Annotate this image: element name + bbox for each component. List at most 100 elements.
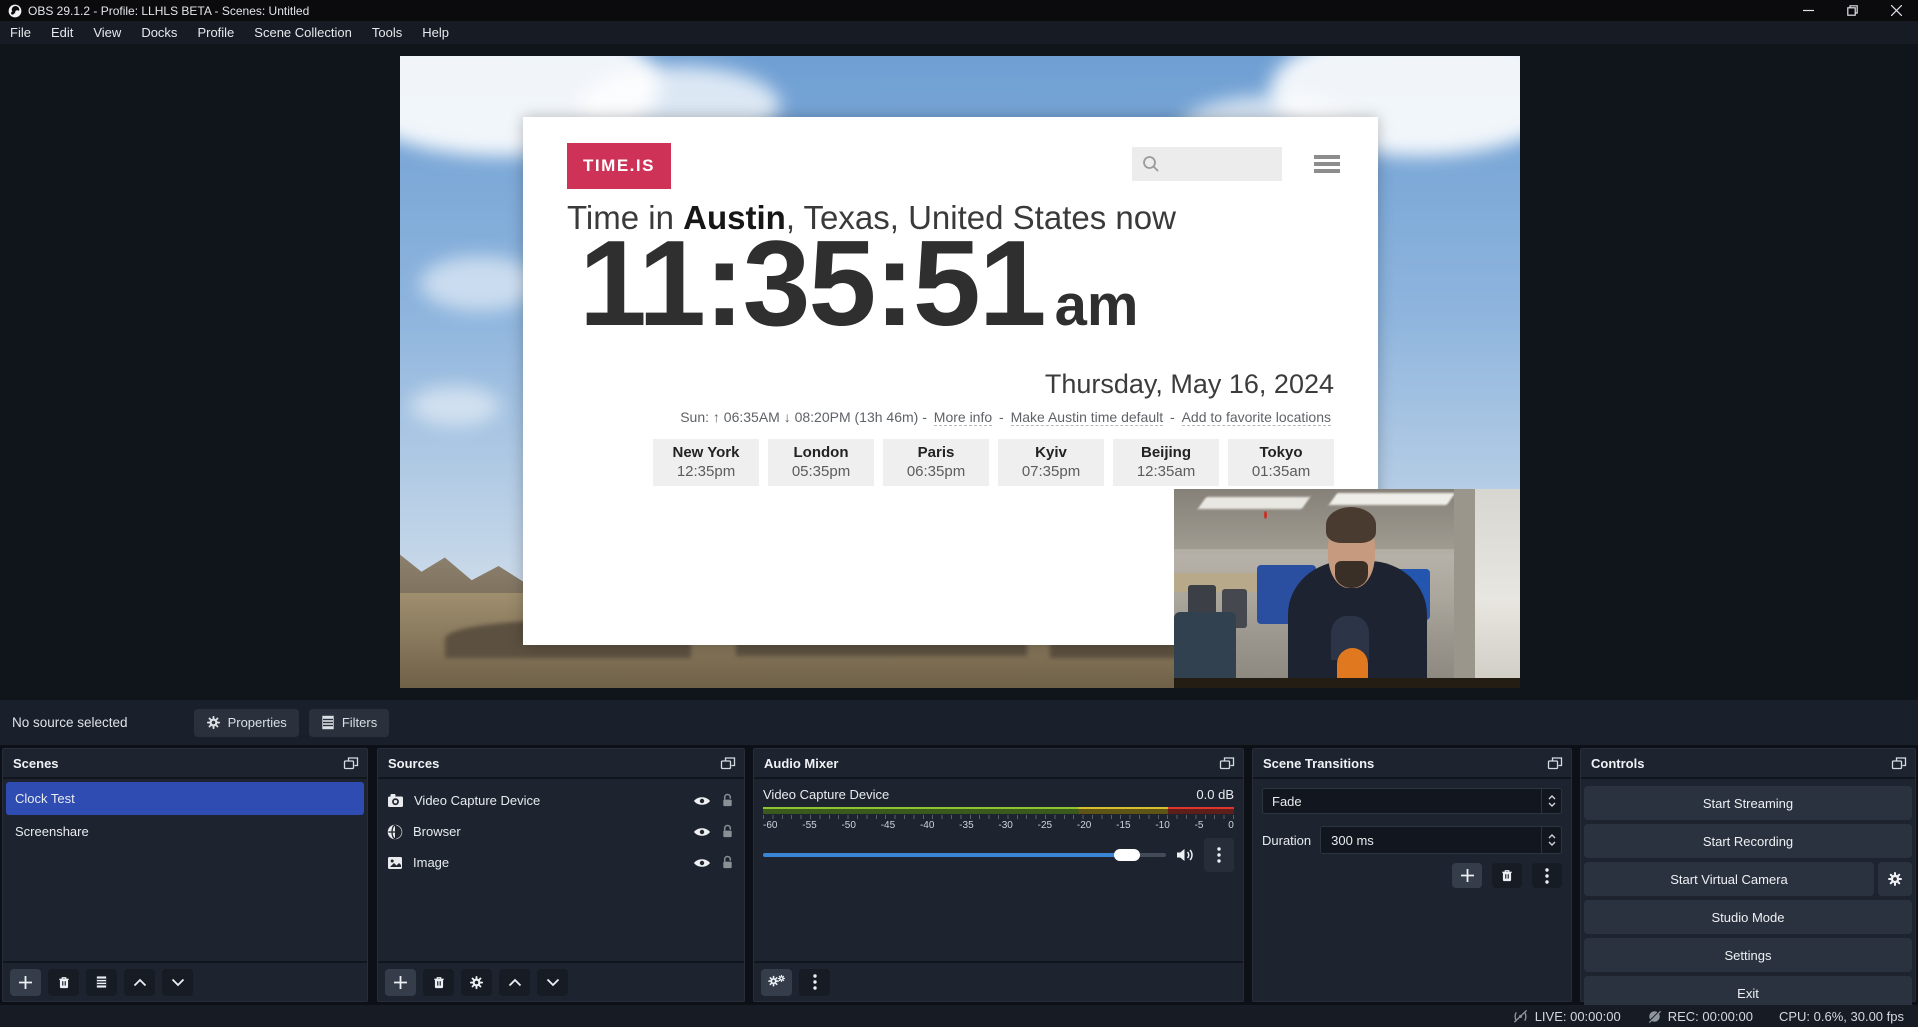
source-item-browser[interactable]: Browser bbox=[378, 816, 744, 847]
duration-spin-arrows[interactable] bbox=[1541, 827, 1561, 853]
chevron-up-icon bbox=[133, 978, 147, 987]
volume-slider-handle[interactable] bbox=[1114, 849, 1140, 861]
shirt-graphic bbox=[1337, 648, 1368, 680]
city-tile: Beijing12:35am bbox=[1113, 439, 1219, 486]
popout-icon[interactable] bbox=[343, 756, 359, 771]
mixer-menu-button[interactable] bbox=[799, 969, 830, 996]
preview-area: TIME.IS Time in Austin, Texas, United St… bbox=[0, 44, 1918, 700]
transition-select-arrows[interactable] bbox=[1541, 789, 1561, 813]
unlock-icon[interactable] bbox=[721, 824, 734, 839]
move-scene-up-button[interactable] bbox=[124, 969, 155, 996]
cloud-decor bbox=[410, 386, 500, 426]
start-recording-button[interactable]: Start Recording bbox=[1584, 824, 1912, 858]
webcam-video-source[interactable] bbox=[1174, 489, 1520, 688]
program-canvas[interactable]: TIME.IS Time in Austin, Texas, United St… bbox=[400, 56, 1520, 688]
menu-file[interactable]: File bbox=[0, 21, 41, 44]
window-wall bbox=[1475, 489, 1520, 688]
record-off-icon bbox=[1647, 1009, 1662, 1024]
timeis-search-box bbox=[1132, 147, 1282, 181]
city-tile: Kyiv07:35pm bbox=[998, 439, 1104, 486]
scenes-panel: Scenes Clock Test Screenshare bbox=[2, 748, 368, 1002]
obs-logo-icon bbox=[8, 4, 22, 18]
mixer-channel: Video Capture Device 0.0 dB -60-55-50-45… bbox=[754, 779, 1243, 872]
unlock-icon[interactable] bbox=[721, 793, 734, 808]
minimize-button[interactable] bbox=[1786, 0, 1830, 21]
timeis-city-row: New York12:35pm London05:35pm Paris06:35… bbox=[653, 439, 1334, 486]
menu-edit[interactable]: Edit bbox=[41, 21, 83, 44]
unlock-icon[interactable] bbox=[721, 855, 734, 870]
scene-filters-button[interactable] bbox=[86, 969, 117, 996]
source-item-image[interactable]: Image bbox=[378, 847, 744, 878]
filter-icon bbox=[95, 975, 108, 989]
move-source-up-button[interactable] bbox=[499, 969, 530, 996]
scene-item-screenshare[interactable]: Screenshare bbox=[6, 815, 364, 848]
menu-tools[interactable]: Tools bbox=[362, 21, 412, 44]
meter-ruler bbox=[763, 815, 1234, 819]
mixer-title: Audio Mixer bbox=[764, 756, 838, 771]
menu-docks[interactable]: Docks bbox=[131, 21, 187, 44]
more-info-link: More info bbox=[934, 409, 992, 426]
obs-window: OBS 29.1.2 - Profile: LLHLS BETA - Scene… bbox=[0, 0, 1918, 1027]
source-item-video-capture[interactable]: Video Capture Device bbox=[378, 785, 744, 816]
add-transition-button[interactable] bbox=[1452, 863, 1482, 888]
menu-scene-collection[interactable]: Scene Collection bbox=[244, 21, 362, 44]
menu-help[interactable]: Help bbox=[412, 21, 459, 44]
remove-source-button[interactable] bbox=[423, 969, 454, 996]
source-selection-bar: No source selected Properties Filters bbox=[0, 700, 1918, 745]
eye-icon[interactable] bbox=[693, 795, 711, 807]
status-bar: LIVE: 00:00:00 REC: 00:00:00 CPU: 0.6%, … bbox=[0, 1005, 1918, 1027]
controls-title: Controls bbox=[1591, 756, 1644, 771]
transition-select[interactable]: Fade bbox=[1262, 788, 1562, 814]
virtual-camera-config-button[interactable] bbox=[1878, 862, 1912, 896]
sun-times: Sun: ↑ 06:35AM ↓ 08:20PM (13h 46m) - bbox=[680, 409, 927, 425]
globe-icon bbox=[387, 824, 403, 840]
eye-icon[interactable] bbox=[693, 857, 711, 869]
selection-status: No source selected bbox=[12, 715, 128, 730]
city-tile: Tokyo01:35am bbox=[1228, 439, 1334, 486]
duration-label: Duration bbox=[1262, 833, 1311, 848]
menu-profile[interactable]: Profile bbox=[187, 21, 244, 44]
scene-item-clock-test[interactable]: Clock Test bbox=[6, 782, 364, 815]
settings-button[interactable]: Settings bbox=[1584, 938, 1912, 972]
filter-icon bbox=[321, 715, 335, 730]
popout-icon[interactable] bbox=[1891, 756, 1907, 771]
image-icon bbox=[387, 856, 403, 870]
speaker-icon[interactable] bbox=[1175, 847, 1195, 863]
city-tile: New York12:35pm bbox=[653, 439, 759, 486]
move-scene-down-button[interactable] bbox=[162, 969, 193, 996]
popout-icon[interactable] bbox=[1547, 756, 1563, 771]
close-button[interactable] bbox=[1874, 0, 1918, 21]
start-streaming-button[interactable]: Start Streaming bbox=[1584, 786, 1912, 820]
popout-icon[interactable] bbox=[720, 756, 736, 771]
volume-slider[interactable] bbox=[763, 853, 1166, 857]
duration-value: 300 ms bbox=[1321, 833, 1541, 848]
add-source-button[interactable] bbox=[385, 969, 416, 996]
menu-view[interactable]: View bbox=[83, 21, 131, 44]
eye-icon[interactable] bbox=[693, 826, 711, 838]
volume-meter bbox=[763, 807, 1234, 814]
popout-icon[interactable] bbox=[1219, 756, 1235, 771]
remove-transition-button[interactable] bbox=[1492, 863, 1522, 888]
studio-mode-button[interactable]: Studio Mode bbox=[1584, 900, 1912, 934]
scene-transitions-panel: Scene Transitions Fade Duration 300 ms bbox=[1252, 748, 1572, 1002]
move-source-down-button[interactable] bbox=[537, 969, 568, 996]
search-icon bbox=[1141, 154, 1161, 174]
dots-icon bbox=[813, 974, 817, 990]
chevron-up-icon bbox=[1548, 795, 1556, 800]
mixer-channel-menu-button[interactable] bbox=[1204, 838, 1234, 872]
city-tile: Paris06:35pm bbox=[883, 439, 989, 486]
source-properties-button[interactable] bbox=[461, 969, 492, 996]
filters-button[interactable]: Filters bbox=[309, 709, 389, 737]
transition-properties-button[interactable] bbox=[1532, 863, 1562, 888]
restore-button[interactable] bbox=[1830, 0, 1874, 21]
duration-spinbox[interactable]: 300 ms bbox=[1320, 826, 1562, 854]
scenes-toolbar bbox=[3, 961, 367, 1001]
add-scene-button[interactable] bbox=[10, 969, 41, 996]
exit-sign bbox=[1264, 511, 1267, 519]
advanced-audio-button[interactable] bbox=[761, 969, 792, 996]
camera-icon bbox=[387, 793, 404, 808]
remove-scene-button[interactable] bbox=[48, 969, 79, 996]
transition-value: Fade bbox=[1263, 794, 1541, 809]
start-virtual-camera-button[interactable]: Start Virtual Camera bbox=[1584, 862, 1874, 896]
properties-button[interactable]: Properties bbox=[194, 709, 299, 737]
